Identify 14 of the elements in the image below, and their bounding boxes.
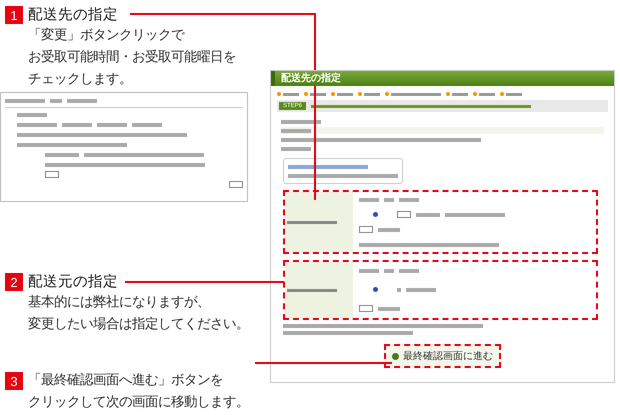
annotation-text: お受取可能時間・お受取可能曜日を (28, 48, 237, 67)
annotation-text: チェックします。 (28, 71, 133, 89)
annotation-title: 配送元の指定 (28, 272, 118, 292)
annotation-text: クリックして次の画面に移動します。 (28, 394, 250, 412)
annotation-text: 変更したい場合は指定してください。 (28, 316, 250, 334)
window-title: 配送先の指定 (281, 72, 341, 84)
step-number-badge: 1 (5, 6, 23, 24)
step-number-badge: 2 (5, 273, 23, 291)
annotation-text: 「変更」ボタンクリックで (28, 26, 186, 45)
proceed-button[interactable]: 最終確認画面に進む (384, 344, 501, 368)
annotation-text: 基本的には弊社になりますが、 (28, 294, 211, 312)
annotation-title: 配送先の指定 (28, 6, 118, 25)
annotation-text: 「最終確認画面へ進む」ボタンを (28, 372, 223, 390)
step-number-badge: 3 (5, 372, 23, 390)
